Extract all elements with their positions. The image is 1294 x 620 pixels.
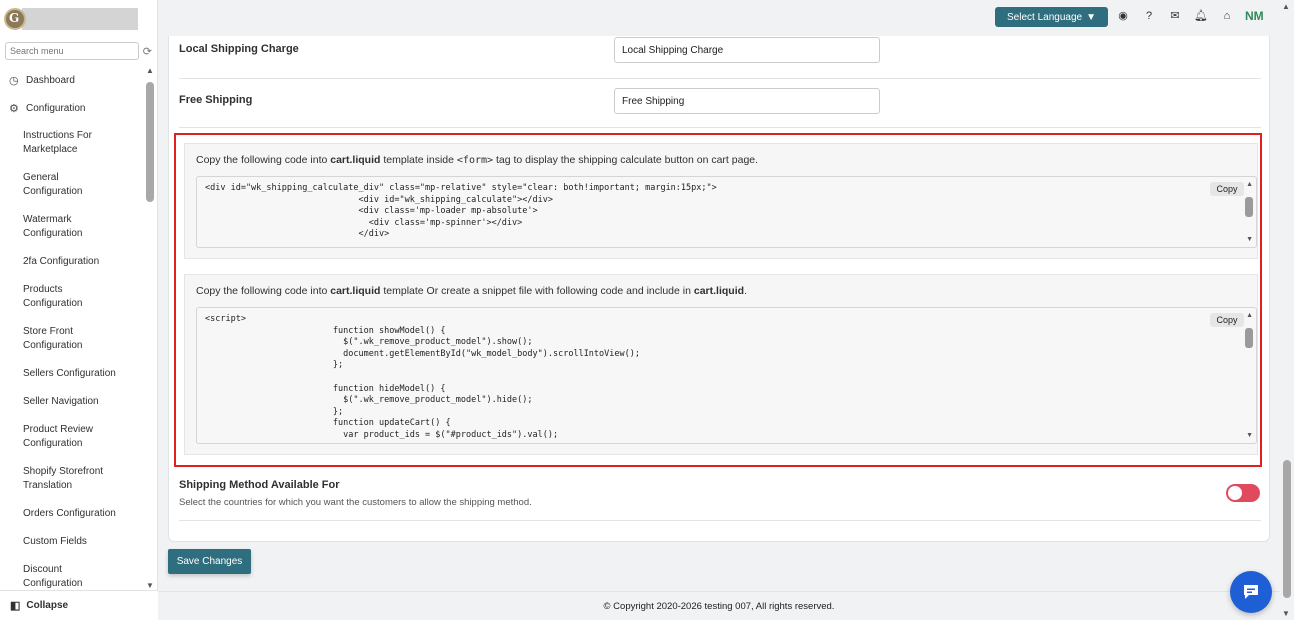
- collapse-button[interactable]: ◧ Collapse: [0, 590, 158, 620]
- divider: [179, 520, 1261, 521]
- sidebar: ⟳ ◷ Dashboard ⚙ Configuration Instructio…: [0, 0, 158, 620]
- help-icon[interactable]: ?: [1142, 9, 1156, 23]
- local-shipping-row: Local Shipping Charge Local Shipping Cha…: [179, 36, 1261, 79]
- local-shipping-label: Local Shipping Charge: [179, 43, 299, 55]
- code-content: <script> function showModel() { $(".wk_r…: [205, 314, 640, 440]
- user-initials[interactable]: NM: [1245, 9, 1264, 23]
- save-changes-button[interactable]: Save Changes: [168, 549, 251, 574]
- sidebar-item-label: Dashboard: [26, 74, 75, 86]
- sidebar-subitem[interactable]: Watermark Configuration: [0, 206, 145, 248]
- code-content: <div id="wk_shipping_calculate_div" clas…: [205, 183, 717, 240]
- page-scroll-thumb[interactable]: [1283, 460, 1291, 598]
- free-shipping-label: Free Shipping: [179, 94, 253, 106]
- highlighted-code-section: Copy the following code into cart.liquid…: [174, 133, 1262, 467]
- chat-bubble-icon: [1244, 585, 1258, 599]
- refresh-icon[interactable]: ⟳: [143, 45, 152, 58]
- sidebar-subitem[interactable]: Product Review Configuration: [0, 416, 145, 458]
- local-shipping-input[interactable]: Local Shipping Charge: [614, 37, 880, 63]
- code-block-form: Copy the following code into cart.liquid…: [184, 143, 1258, 259]
- topbar: Select Language ▼ ◉ ? ✉ 🔔︎ ⌂ NM: [158, 0, 1294, 36]
- sidebar-subitem[interactable]: Custom Fields: [0, 528, 145, 556]
- code-block-snippet: Copy the following code into cart.liquid…: [184, 274, 1258, 455]
- free-shipping-input[interactable]: Free Shipping: [614, 88, 880, 114]
- free-shipping-row: Free Shipping Free Shipping: [179, 79, 1261, 128]
- sidebar-subitem-label: Products Configuration: [23, 284, 83, 309]
- scroll-up-icon[interactable]: ▲: [1246, 312, 1253, 319]
- sidebar-scrollbar[interactable]: ▲ ▼: [145, 66, 155, 590]
- sidebar-subitem-label: Seller Navigation: [23, 396, 99, 407]
- scroll-down-icon[interactable]: ▼: [1282, 609, 1290, 618]
- collapse-label: Collapse: [26, 600, 69, 611]
- sidebar-subitem[interactable]: Seller Navigation: [0, 388, 145, 416]
- shipping-method-description: Select the countries for which you want …: [179, 497, 532, 508]
- scroll-down-icon[interactable]: ▼: [145, 581, 155, 590]
- code-scroll-thumb[interactable]: [1245, 197, 1253, 217]
- menu-search-row: ⟳: [0, 38, 157, 64]
- gear-icon: ⚙: [9, 102, 19, 115]
- sidebar-subitem-label: Custom Fields: [23, 536, 87, 547]
- shipping-method-title: Shipping Method Available For: [179, 479, 340, 491]
- code-textarea[interactable]: <script> function showModel() { $(".wk_r…: [196, 307, 1257, 444]
- menu-search-input[interactable]: [5, 42, 139, 60]
- scroll-up-icon[interactable]: ▲: [1282, 2, 1290, 11]
- sidebar-subitem-label: Instructions For Marketplace: [23, 130, 92, 155]
- sidebar-scroll-thumb[interactable]: [146, 82, 154, 202]
- store-name-redacted: [22, 8, 138, 30]
- chat-widget-button[interactable]: [1230, 571, 1272, 613]
- sidebar-subitem-label: Orders Configuration: [23, 508, 116, 519]
- copy-button[interactable]: Copy: [1210, 182, 1244, 196]
- sidebar-subitem[interactable]: Instructions For Marketplace: [0, 122, 145, 164]
- sidebar-subitem[interactable]: Products Configuration: [0, 276, 145, 318]
- chat-icon[interactable]: ✉: [1168, 9, 1182, 23]
- sidebar-subitem[interactable]: General Configuration: [0, 164, 145, 206]
- scroll-down-icon[interactable]: ▼: [1246, 432, 1253, 439]
- settings-card: Local Shipping Charge Local Shipping Cha…: [168, 36, 1270, 542]
- footer: © Copyright 2020-2026 testing 007, All r…: [158, 591, 1280, 620]
- sidebar-subitem-label: 2fa Configuration: [23, 256, 100, 267]
- sidebar-item-label: Configuration: [26, 102, 86, 114]
- store-logo-row[interactable]: [0, 0, 157, 38]
- sidebar-item-configuration[interactable]: ⚙ Configuration: [0, 94, 145, 122]
- sidebar-subitem-label: Discount Configuration: [23, 564, 83, 589]
- page-scrollbar[interactable]: ▲ ▼: [1280, 0, 1294, 620]
- shipping-method-toggle[interactable]: [1226, 484, 1260, 502]
- copyright-text: © Copyright 2020-2026 testing 007, All r…: [603, 600, 835, 612]
- sidebar-subitem[interactable]: Orders Configuration: [0, 500, 145, 528]
- code-instruction: Copy the following code into cart.liquid…: [196, 285, 747, 297]
- collapse-icon: ◧: [10, 600, 21, 612]
- sidebar-subitem-label: Watermark Configuration: [23, 214, 83, 239]
- sidebar-menu: ◷ Dashboard ⚙ Configuration Instructions…: [0, 66, 145, 590]
- scroll-up-icon[interactable]: ▲: [145, 66, 155, 75]
- sidebar-subitem[interactable]: Shopify Storefront Translation: [0, 458, 145, 500]
- code-textarea[interactable]: <div id="wk_shipping_calculate_div" clas…: [196, 176, 1257, 248]
- bell-icon[interactable]: 🔔︎: [1194, 9, 1208, 23]
- scroll-up-icon[interactable]: ▲: [1246, 181, 1253, 188]
- store-icon[interactable]: ⌂: [1220, 9, 1234, 23]
- caret-down-icon: ▼: [1086, 11, 1096, 23]
- sidebar-subitem[interactable]: Store Front Configuration: [0, 318, 145, 360]
- select-language-label: Select Language: [1007, 11, 1083, 23]
- select-language-button[interactable]: Select Language ▼: [995, 7, 1108, 27]
- sidebar-subitem-label: Shopify Storefront Translation: [23, 466, 104, 491]
- sidebar-subitem-label: Store Front Configuration: [23, 326, 83, 351]
- sidebar-subitem[interactable]: Discount Configuration: [0, 556, 145, 590]
- sidebar-subitem-label: Product Review Configuration: [23, 424, 94, 449]
- store-avatar: [4, 8, 26, 30]
- sidebar-item-dashboard[interactable]: ◷ Dashboard: [0, 66, 145, 94]
- scroll-down-icon[interactable]: ▼: [1246, 236, 1253, 243]
- dashboard-icon: ◷: [9, 74, 19, 87]
- user-circle-icon[interactable]: ◉: [1116, 9, 1130, 23]
- code-instruction: Copy the following code into cart.liquid…: [196, 154, 759, 166]
- sidebar-subitem-label: General Configuration: [23, 172, 83, 197]
- copy-button[interactable]: Copy: [1210, 313, 1244, 327]
- code-scroll-thumb[interactable]: [1245, 328, 1253, 348]
- sidebar-subitem-label: Sellers Configuration: [23, 368, 116, 379]
- sidebar-subitem[interactable]: Sellers Configuration: [0, 360, 145, 388]
- sidebar-subitem[interactable]: 2fa Configuration: [0, 248, 145, 276]
